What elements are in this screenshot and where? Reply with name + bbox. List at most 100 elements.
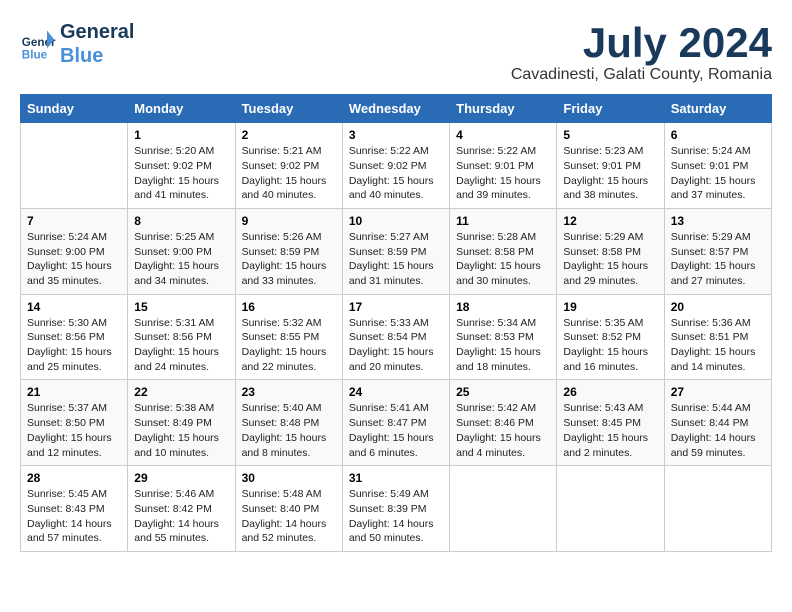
calendar-cell: 26 Sunrise: 5:43 AM Sunset: 8:45 PM Dayli…	[557, 380, 664, 466]
calendar-week-row: 21 Sunrise: 5:37 AM Sunset: 8:50 PM Dayli…	[21, 380, 772, 466]
day-number: 4	[456, 128, 550, 142]
day-number: 12	[563, 214, 657, 228]
weekday-header: Friday	[557, 95, 664, 123]
calendar-cell: 27Sunrise: 5:44 AM Sunset: 8:44 PM Dayli…	[664, 380, 771, 466]
day-number: 16	[242, 300, 336, 314]
day-number: 14	[27, 300, 121, 314]
calendar-cell: 4 Sunrise: 5:22 AM Sunset: 9:01 PM Daylig…	[450, 123, 557, 209]
day-number: 2	[242, 128, 336, 142]
day-number: 10	[349, 214, 443, 228]
logo-icon: General Blue	[20, 26, 56, 62]
svg-text:Blue: Blue	[22, 48, 48, 61]
day-info: Sunrise: 5:20 AM Sunset: 9:02 PM Dayligh…	[134, 144, 228, 203]
day-info: Sunrise: 5:28 AM Sunset: 8:58 PM Dayligh…	[456, 230, 550, 289]
calendar-cell: 12 Sunrise: 5:29 AM Sunset: 8:58 PM Dayli…	[557, 208, 664, 294]
day-info: Sunrise: 5:42 AM Sunset: 8:46 PM Dayligh…	[456, 401, 550, 460]
calendar-cell: 14 Sunrise: 5:30 AM Sunset: 8:56 PM Dayli…	[21, 294, 128, 380]
day-info: Sunrise: 5:34 AM Sunset: 8:53 PM Dayligh…	[456, 316, 550, 375]
month-title: July 2024	[511, 20, 772, 66]
calendar-week-row: 28Sunrise: 5:45 AM Sunset: 8:43 PM Dayli…	[21, 466, 772, 552]
calendar-cell: 5 Sunrise: 5:23 AM Sunset: 9:01 PM Daylig…	[557, 123, 664, 209]
calendar-cell: 20 Sunrise: 5:36 AM Sunset: 8:51 PM Dayli…	[664, 294, 771, 380]
calendar-cell: 22 Sunrise: 5:38 AM Sunset: 8:49 PM Dayli…	[128, 380, 235, 466]
day-number: 5	[563, 128, 657, 142]
calendar-cell: 2Sunrise: 5:21 AM Sunset: 9:02 PM Daylig…	[235, 123, 342, 209]
day-number: 18	[456, 300, 550, 314]
day-info: Sunrise: 5:25 AM Sunset: 9:00 PM Dayligh…	[134, 230, 228, 289]
calendar-cell: 23 Sunrise: 5:40 AM Sunset: 8:48 PM Dayli…	[235, 380, 342, 466]
header: General Blue General Blue July 2024 Cava…	[20, 20, 772, 84]
day-info: Sunrise: 5:22 AM Sunset: 9:01 PM Dayligh…	[456, 144, 550, 203]
day-number: 9	[242, 214, 336, 228]
day-number: 25	[456, 385, 550, 399]
day-number: 20	[671, 300, 765, 314]
weekday-header: Monday	[128, 95, 235, 123]
day-number: 23	[242, 385, 336, 399]
day-number: 6	[671, 128, 765, 142]
day-number: 8	[134, 214, 228, 228]
day-number: 26	[563, 385, 657, 399]
day-info: Sunrise: 5:38 AM Sunset: 8:49 PM Dayligh…	[134, 401, 228, 460]
location-subtitle: Cavadinesti, Galati County, Romania	[511, 66, 772, 84]
day-number: 21	[27, 385, 121, 399]
calendar-cell	[21, 123, 128, 209]
calendar-cell: 19Sunrise: 5:35 AM Sunset: 8:52 PM Dayli…	[557, 294, 664, 380]
day-info: Sunrise: 5:31 AM Sunset: 8:56 PM Dayligh…	[134, 316, 228, 375]
calendar-cell: 11Sunrise: 5:28 AM Sunset: 8:58 PM Dayli…	[450, 208, 557, 294]
calendar-cell: 28Sunrise: 5:45 AM Sunset: 8:43 PM Dayli…	[21, 466, 128, 552]
day-info: Sunrise: 5:22 AM Sunset: 9:02 PM Dayligh…	[349, 144, 443, 203]
weekday-header: Saturday	[664, 95, 771, 123]
day-info: Sunrise: 5:36 AM Sunset: 8:51 PM Dayligh…	[671, 316, 765, 375]
calendar-week-row: 7 Sunrise: 5:24 AM Sunset: 9:00 PM Daylig…	[21, 208, 772, 294]
day-number: 31	[349, 471, 443, 485]
day-info: Sunrise: 5:48 AM Sunset: 8:40 PM Dayligh…	[242, 487, 336, 546]
weekday-header: Sunday	[21, 95, 128, 123]
day-number: 1	[134, 128, 228, 142]
logo-general: General	[60, 20, 134, 44]
calendar-cell: 21 Sunrise: 5:37 AM Sunset: 8:50 PM Dayli…	[21, 380, 128, 466]
calendar-cell: 18 Sunrise: 5:34 AM Sunset: 8:53 PM Dayli…	[450, 294, 557, 380]
calendar-cell	[557, 466, 664, 552]
weekday-header: Tuesday	[235, 95, 342, 123]
day-info: Sunrise: 5:35 AM Sunset: 8:52 PM Dayligh…	[563, 316, 657, 375]
calendar-week-row: 14 Sunrise: 5:30 AM Sunset: 8:56 PM Dayli…	[21, 294, 772, 380]
day-info: Sunrise: 5:30 AM Sunset: 8:56 PM Dayligh…	[27, 316, 121, 375]
day-number: 24	[349, 385, 443, 399]
day-info: Sunrise: 5:44 AM Sunset: 8:44 PM Dayligh…	[671, 401, 765, 460]
logo-blue: Blue	[60, 44, 134, 68]
day-info: Sunrise: 5:24 AM Sunset: 9:01 PM Dayligh…	[671, 144, 765, 203]
calendar-cell: 13Sunrise: 5:29 AM Sunset: 8:57 PM Dayli…	[664, 208, 771, 294]
day-number: 13	[671, 214, 765, 228]
day-info: Sunrise: 5:23 AM Sunset: 9:01 PM Dayligh…	[563, 144, 657, 203]
day-info: Sunrise: 5:41 AM Sunset: 8:47 PM Dayligh…	[349, 401, 443, 460]
weekday-header-row: SundayMondayTuesdayWednesdayThursdayFrid…	[21, 95, 772, 123]
day-info: Sunrise: 5:29 AM Sunset: 8:58 PM Dayligh…	[563, 230, 657, 289]
calendar-cell: 24 Sunrise: 5:41 AM Sunset: 8:47 PM Dayli…	[342, 380, 449, 466]
day-number: 22	[134, 385, 228, 399]
calendar-cell: 29Sunrise: 5:46 AM Sunset: 8:42 PM Dayli…	[128, 466, 235, 552]
day-number: 3	[349, 128, 443, 142]
day-number: 17	[349, 300, 443, 314]
calendar-week-row: 1 Sunrise: 5:20 AM Sunset: 9:02 PM Daylig…	[21, 123, 772, 209]
calendar-cell: 6 Sunrise: 5:24 AM Sunset: 9:01 PM Daylig…	[664, 123, 771, 209]
day-info: Sunrise: 5:27 AM Sunset: 8:59 PM Dayligh…	[349, 230, 443, 289]
calendar-cell: 3 Sunrise: 5:22 AM Sunset: 9:02 PM Daylig…	[342, 123, 449, 209]
day-info: Sunrise: 5:32 AM Sunset: 8:55 PM Dayligh…	[242, 316, 336, 375]
day-number: 29	[134, 471, 228, 485]
day-info: Sunrise: 5:37 AM Sunset: 8:50 PM Dayligh…	[27, 401, 121, 460]
calendar-cell	[450, 466, 557, 552]
day-info: Sunrise: 5:33 AM Sunset: 8:54 PM Dayligh…	[349, 316, 443, 375]
day-number: 7	[27, 214, 121, 228]
day-info: Sunrise: 5:43 AM Sunset: 8:45 PM Dayligh…	[563, 401, 657, 460]
calendar-cell: 9Sunrise: 5:26 AM Sunset: 8:59 PM Daylig…	[235, 208, 342, 294]
title-area: July 2024 Cavadinesti, Galati County, Ro…	[511, 20, 772, 84]
day-number: 15	[134, 300, 228, 314]
calendar-cell: 7 Sunrise: 5:24 AM Sunset: 9:00 PM Daylig…	[21, 208, 128, 294]
day-number: 30	[242, 471, 336, 485]
day-info: Sunrise: 5:40 AM Sunset: 8:48 PM Dayligh…	[242, 401, 336, 460]
calendar-cell: 1 Sunrise: 5:20 AM Sunset: 9:02 PM Daylig…	[128, 123, 235, 209]
calendar-cell: 8 Sunrise: 5:25 AM Sunset: 9:00 PM Daylig…	[128, 208, 235, 294]
day-info: Sunrise: 5:24 AM Sunset: 9:00 PM Dayligh…	[27, 230, 121, 289]
weekday-header: Thursday	[450, 95, 557, 123]
calendar-cell: 17 Sunrise: 5:33 AM Sunset: 8:54 PM Dayli…	[342, 294, 449, 380]
